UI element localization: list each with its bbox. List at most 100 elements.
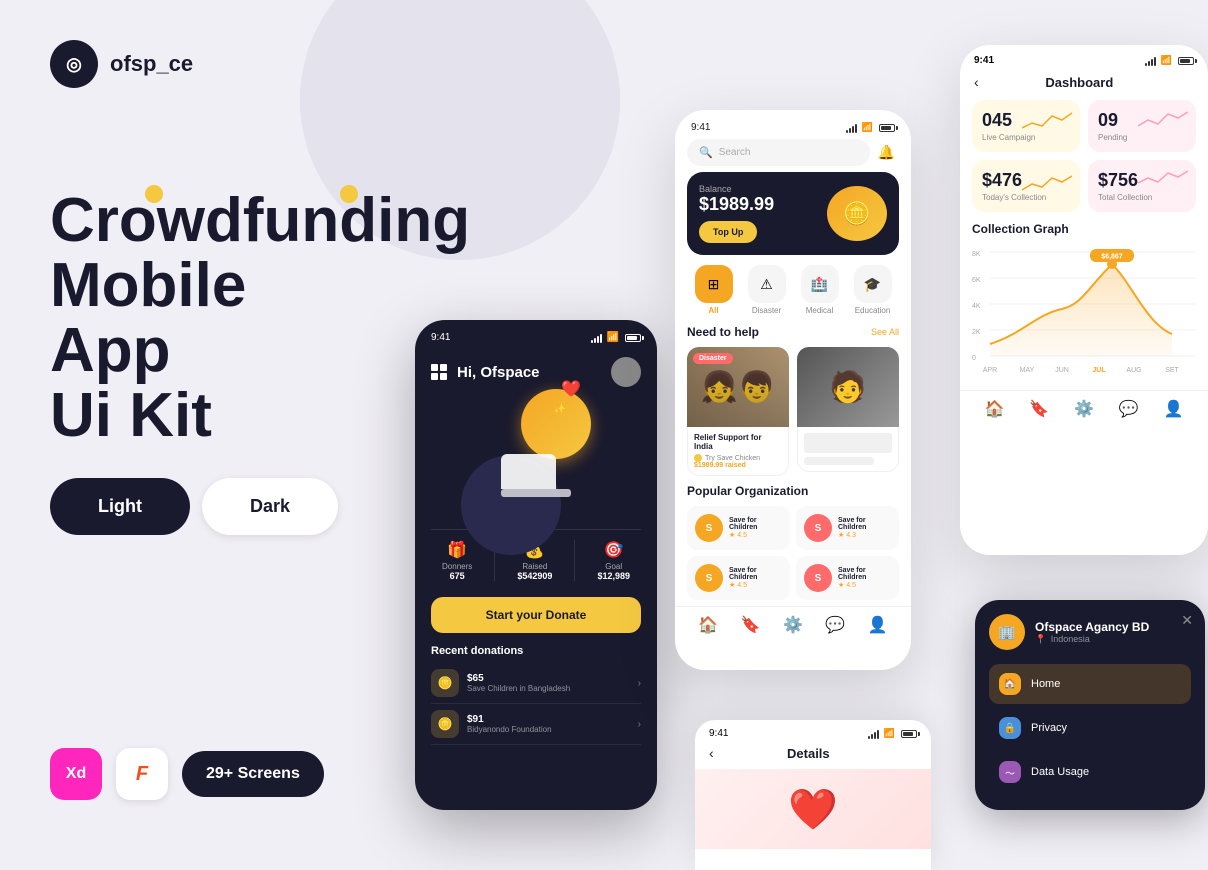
light-theme-button[interactable]: Light [50, 478, 190, 535]
dash-nav-bookmark[interactable]: 🔖 [1029, 399, 1049, 419]
status-bar-light: 9:41 📶 [675, 110, 911, 139]
search-area: 🔍 Search 🔔 [675, 139, 911, 172]
goal-label: Goal [597, 562, 630, 571]
cat-all[interactable]: ⊞ All [695, 265, 733, 315]
nav-profile[interactable]: 👤 [868, 615, 888, 635]
donners-value: 675 [442, 571, 472, 581]
svg-text:MAY: MAY [1020, 367, 1035, 374]
org-info-1: Save for Children ★ 4.5 [729, 517, 782, 539]
campaign-card-1: 👧👦 Disaster Relief Support for India Try… [687, 347, 789, 476]
sparkle-decor: ✨ [554, 404, 566, 415]
dash-title: Dashboard [987, 75, 1172, 90]
cat-medical-label: Medical [801, 306, 839, 315]
search-bar[interactable]: 🔍 Search [687, 139, 870, 166]
today-collection-label: Today's Collection [982, 193, 1070, 202]
donation-info-2: $91 Bidyanondo Foundation [467, 714, 638, 734]
user-avatar-dark [611, 357, 641, 387]
menu-item-home[interactable]: 🏠 Home [989, 664, 1191, 704]
donation-arrow-2: › [638, 719, 641, 730]
menu-item-privacy[interactable]: 🔒 Privacy [989, 708, 1191, 748]
cat-education[interactable]: 🎓 Education [854, 265, 892, 315]
close-icon[interactable]: ✕ [1181, 612, 1193, 629]
illustration-area: ❤️ ✨ [431, 395, 641, 525]
raised-value: $542909 [517, 571, 552, 581]
org-info-4: Save for Children ★ 4.5 [838, 567, 891, 589]
org-name-1: Save for Children [729, 517, 782, 531]
dash-bottom-nav: 🏠 🔖 ⚙️ 💬 👤 [960, 390, 1208, 427]
campaign-skeleton [804, 457, 874, 465]
coin-circle [521, 389, 591, 459]
dark-theme-button[interactable]: Dark [202, 478, 338, 535]
donners-icon: 🎁 [442, 540, 472, 560]
search-icon: 🔍 [699, 146, 713, 159]
svg-text:SET: SET [1165, 367, 1179, 374]
notification-icon[interactable]: 🔔 [878, 144, 895, 161]
time-dark: 9:41 [431, 332, 450, 343]
org-grid: S Save for Children ★ 4.5 S Save for Chi… [687, 506, 899, 600]
cat-all-icon: ⊞ [695, 265, 733, 303]
campaign-info-2 [797, 427, 899, 472]
graph-title: Collection Graph [972, 222, 1196, 236]
cat-disaster[interactable]: ⚠ Disaster [748, 265, 786, 315]
divider2 [574, 540, 575, 581]
stat-donners: 🎁 Donners 675 [442, 540, 472, 581]
screens-badge: 29+ Screens [182, 751, 324, 797]
collection-graph: Collection Graph 8K 6K 4K 2K 0 [960, 222, 1208, 384]
logo-area: ◎ ofsp_ce [50, 40, 370, 88]
stat-live-campaign: 045 Live Campaign [972, 100, 1080, 152]
total-chart [1138, 168, 1188, 193]
location-pin-icon: 📍 [1035, 634, 1046, 644]
donate-button[interactable]: Start your Donate [431, 597, 641, 633]
campaign-info-1: Relief Support for India Try Save Chicke… [687, 427, 789, 476]
org-details: Ofspace Agancy BD 📍 Indonesia [1035, 620, 1149, 645]
nav-bookmark[interactable]: 🔖 [741, 615, 761, 635]
details-back-arrow[interactable]: ‹ [709, 745, 714, 761]
logo-symbol: ◎ [66, 54, 82, 75]
figma-icon: F [136, 763, 148, 786]
status-icons-dark: 📶 [591, 332, 641, 343]
campaign-name-1: Relief Support for India [694, 433, 782, 451]
dash-time: 9:41 [974, 55, 994, 66]
cat-all-label: All [695, 306, 733, 315]
menu-item-data-usage[interactable]: 〜 Data Usage [989, 752, 1191, 792]
nav-home[interactable]: 🏠 [698, 615, 718, 635]
dash-nav-settings[interactable]: ⚙️ [1074, 399, 1094, 419]
stat-goal: 🎯 Goal $12,989 [597, 540, 630, 581]
grid-icon [431, 364, 447, 380]
donners-label: Donners [442, 562, 472, 571]
decorative-dot-2 [340, 185, 358, 203]
see-all-link[interactable]: See All [871, 327, 899, 337]
dash-nav-messages[interactable]: 💬 [1119, 399, 1139, 419]
by-dot [694, 454, 702, 462]
nav-messages[interactable]: 💬 [825, 615, 845, 635]
svg-text:JUL: JUL [1092, 367, 1106, 374]
donation-amount-2: $91 [467, 714, 638, 725]
cat-education-label: Education [854, 306, 892, 315]
dash-nav-profile[interactable]: 👤 [1164, 399, 1184, 419]
topup-button[interactable]: Top Up [699, 221, 757, 243]
need-help-section: Need to help See All 👧👦 Disaster Relief … [675, 325, 911, 476]
recent-title: Recent donations [431, 645, 641, 657]
chart-area: 8K 6K 4K 2K 0 [972, 244, 1196, 384]
svg-text:8K: 8K [972, 251, 981, 258]
details-phone: 9:41 📶 ‹ Details ❤️ [695, 720, 931, 870]
org-rating-1: ★ 4.5 [729, 531, 782, 539]
logo-icon: ◎ [50, 40, 98, 88]
balance-card: Balance $1989.99 Top Up 🪙 [687, 172, 899, 255]
org-avatar-1: S [695, 514, 723, 542]
box-base [501, 489, 571, 497]
back-arrow[interactable]: ‹ [974, 74, 979, 90]
nav-settings[interactable]: ⚙️ [783, 615, 803, 635]
figma-badge: F [116, 748, 168, 800]
cat-medical[interactable]: 🏥 Medical [801, 265, 839, 315]
phone-dark: 9:41 📶 Hi, Ofspace [415, 320, 657, 810]
donation-info-1: $65 Save Children in Bangladesh [467, 673, 638, 693]
org-avatar-card: 🏢 [989, 614, 1025, 650]
privacy-menu-label: Privacy [1031, 722, 1067, 734]
illus-elements: ❤️ ✨ [501, 424, 571, 497]
dash-nav-home[interactable]: 🏠 [984, 399, 1004, 419]
donation-icon-2: 🪙 [431, 710, 459, 738]
donation-item-1: 🪙 $65 Save Children in Bangladesh › [431, 663, 641, 704]
campaign-by-1: Try Save Chicken [694, 454, 782, 462]
privacy-menu-icon: 🔒 [999, 717, 1021, 739]
